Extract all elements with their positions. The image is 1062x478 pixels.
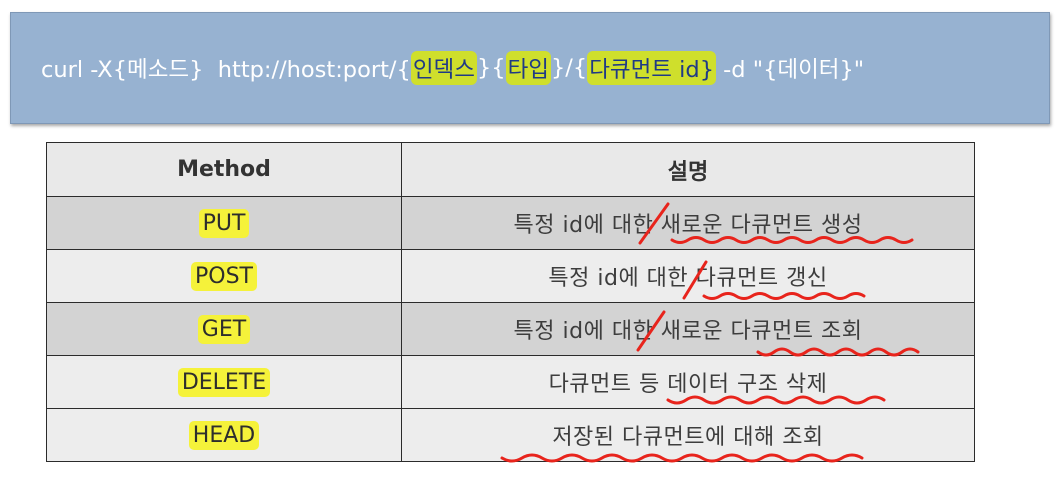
table-row: PUT 특정 id에 대한 새로운 다큐먼트 생성 (46, 196, 975, 250)
method-cell: GET (46, 302, 402, 356)
curl-index-highlight: 인덱스 (410, 51, 477, 85)
curl-prefix: curl -X{메소드} http://host:port/{ (41, 57, 411, 83)
curl-doc-id-highlight: 다큐먼트 id} (587, 51, 717, 85)
curl-command-banner: curl -X{메소드} http://host:port/{인덱스}{타입}/… (10, 12, 1050, 124)
table-row: POST 특정 id에 대한 다큐먼트 갱신 (46, 249, 975, 303)
table-row: DELETE 다큐먼트 등 데이터 구조 삭제 (46, 355, 975, 409)
method-delete: DELETE (177, 367, 271, 397)
method-cell: DELETE (46, 355, 402, 409)
header-method: Method (46, 142, 402, 197)
method-get: GET (197, 314, 251, 344)
table-row: HEAD 저장된 다큐먼트에 대해 조회 (46, 408, 975, 462)
method-post: POST (191, 261, 257, 291)
table-row: GET 특정 id에 대한 새로운 다큐먼트 조회 (46, 302, 975, 356)
table-header-row: Method 설명 (46, 142, 975, 197)
curl-separator-2: }/{ (550, 55, 588, 81)
method-table: Method 설명 PUT 특정 id에 대한 새로운 다큐먼트 생성 POST… (46, 142, 975, 462)
method-cell: PUT (46, 196, 402, 250)
header-description: 설명 (401, 142, 975, 197)
description-cell: 다큐먼트 등 데이터 구조 삭제 (401, 355, 975, 409)
method-head: HEAD (188, 420, 260, 450)
description-cell: 저장된 다큐먼트에 대해 조회 (401, 408, 975, 462)
method-cell: POST (46, 249, 402, 303)
curl-type-highlight: 타입 (505, 51, 551, 85)
curl-suffix: -d "{데이터}" (716, 57, 865, 83)
curl-separator-1: }{ (476, 55, 506, 81)
description-cell: 특정 id에 대한 새로운 다큐먼트 생성 (401, 196, 975, 250)
method-cell: HEAD (46, 408, 402, 462)
description-cell: 특정 id에 대한 다큐먼트 갱신 (401, 249, 975, 303)
method-put: PUT (198, 208, 250, 238)
description-cell: 특정 id에 대한 새로운 다큐먼트 조회 (401, 302, 975, 356)
